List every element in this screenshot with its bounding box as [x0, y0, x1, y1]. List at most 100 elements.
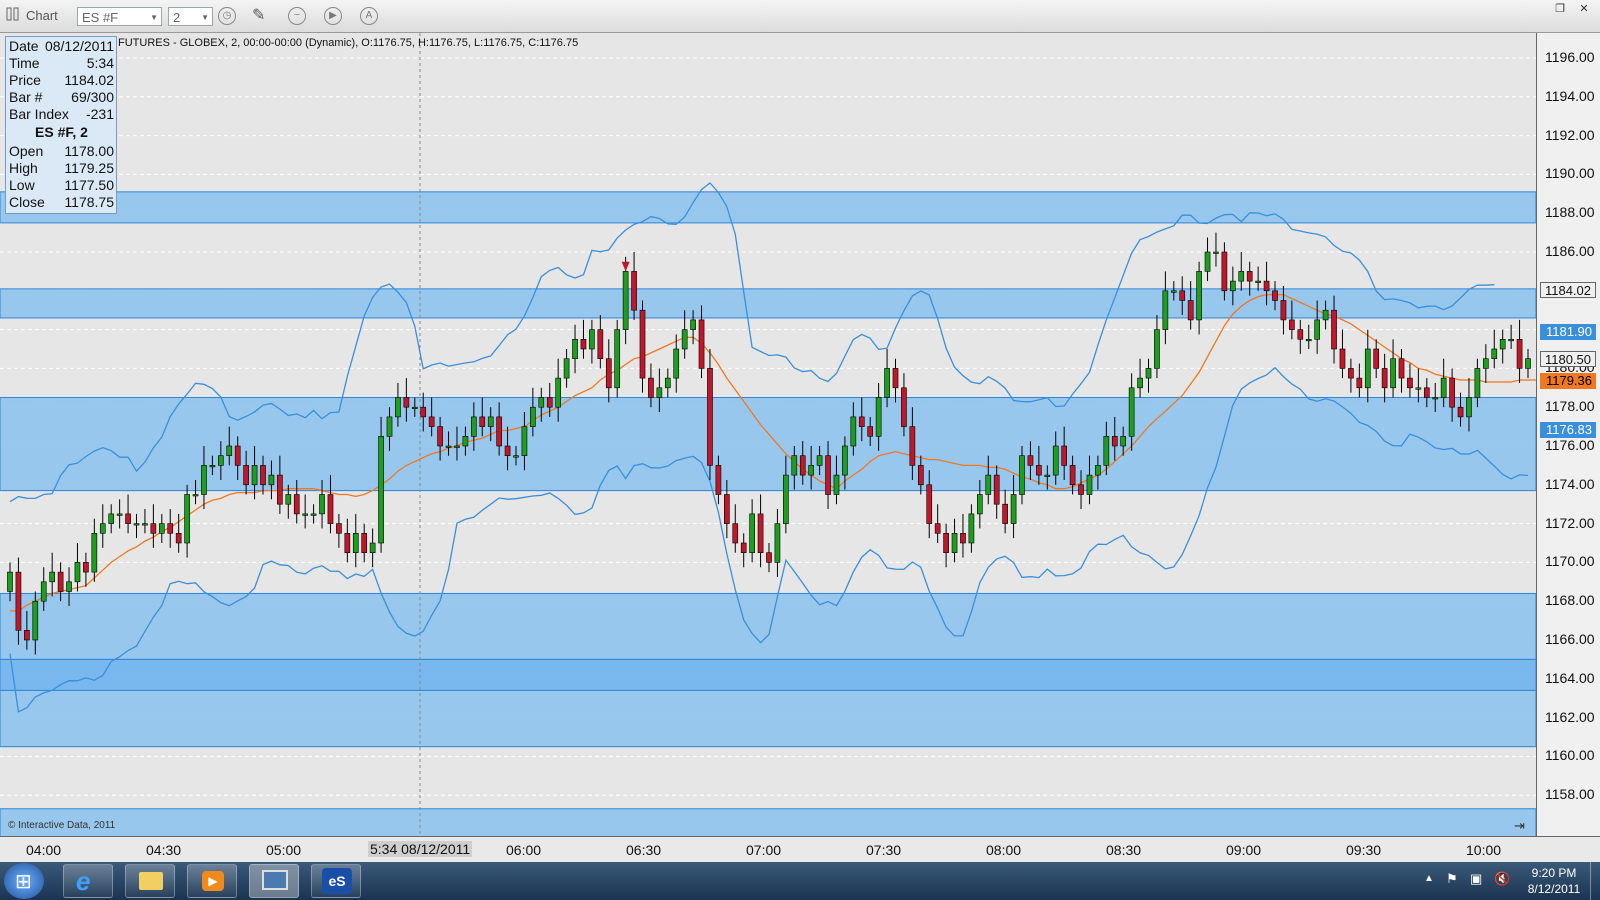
candle-up: [530, 406, 536, 427]
candle-up: [192, 494, 199, 497]
price-tick-label: 1190.00: [1545, 165, 1595, 182]
candle-down: [766, 552, 772, 563]
candle-up: [108, 513, 115, 524]
info-bar-index: Bar Index -231: [9, 106, 114, 123]
candle-up: [7, 571, 13, 592]
desktop-app-button[interactable]: [249, 864, 299, 898]
price-tick-label: 1158.00: [1545, 786, 1595, 803]
price-tick-label: 1166.00: [1545, 631, 1595, 647]
time-axis[interactable]: 04:00 04:30 05:00 06:00 06:30 07:00 07:30 08:00…: [0, 836, 1600, 863]
windows-taskbar: ⊞ e ▶ eS ▲ ⚑ ▣ 🔇 9:20 PM 8/12/2011: [0, 862, 1600, 900]
chart-toolbar: Chart ES #F ▼ 2 ▼ ◷ ✎ ~ ▶ A ❐ ✕: [0, 0, 1600, 33]
chart-header-text: FUTURES - GLOBEX, 2, 00:00-00:00 (Dynami…: [118, 37, 579, 49]
candle-down: [1339, 348, 1346, 369]
price-zone: [0, 191, 1537, 224]
candle-down: [1069, 465, 1076, 486]
show-desktop-button[interactable]: [1590, 862, 1600, 900]
candle-up: [1305, 338, 1312, 342]
candle-down: [825, 455, 831, 495]
network-icon[interactable]: ▣: [1470, 871, 1482, 887]
chart-window-icon: [6, 6, 20, 26]
clock-time[interactable]: 9:20 PM: [1524, 866, 1584, 880]
candle-up: [99, 523, 106, 534]
candle-up: [378, 435, 384, 544]
restore-icon[interactable]: ❐: [1550, 2, 1570, 16]
candle-up: [977, 494, 983, 515]
interval-selector[interactable]: 2 ▼: [168, 7, 213, 26]
price-zone: [0, 592, 1537, 660]
candle-down: [1457, 406, 1464, 418]
info-bar: Bar # 69/300: [9, 89, 114, 106]
candle-up: [445, 445, 452, 448]
tray-expand-icon[interactable]: ▲: [1424, 873, 1434, 884]
symbol-selector[interactable]: ES #F ▼: [77, 7, 162, 26]
media-player-button[interactable]: ▶: [187, 864, 237, 898]
candle-down: [901, 387, 907, 427]
scroll-to-end-icon[interactable]: ⇥: [1514, 818, 1525, 834]
candle-down: [934, 523, 941, 534]
ie-icon: e: [76, 866, 91, 896]
time-tick-label: 06:00: [506, 842, 542, 858]
candle-down: [757, 513, 764, 553]
candle-up: [411, 406, 418, 410]
play-icon[interactable]: ▶: [324, 7, 342, 25]
candle-up: [218, 455, 224, 466]
price-chart: [0, 33, 1545, 839]
info-bar-index-value: -231: [85, 106, 114, 122]
candle-down: [715, 465, 722, 495]
sell-signal-marker: [621, 261, 630, 272]
info-date-value: 08/12/2011: [44, 38, 114, 54]
candle-down: [344, 532, 351, 553]
file-explorer-button[interactable]: [125, 864, 175, 898]
candle-up: [1095, 465, 1101, 476]
candle-up: [1145, 368, 1152, 379]
candle-up: [1086, 474, 1093, 495]
time-tick-label: 08:00: [986, 842, 1022, 858]
candle-up: [681, 329, 688, 350]
candle-down: [1289, 319, 1295, 330]
candle-up: [1432, 397, 1439, 400]
pencil-icon[interactable]: ✎: [252, 6, 265, 26]
price-tag: 1176.83: [1540, 421, 1596, 438]
candle-down: [479, 416, 486, 427]
start-button[interactable]: ⊞: [4, 863, 44, 899]
alert-icon[interactable]: A: [360, 7, 378, 25]
candle-up: [133, 523, 140, 526]
candle-down: [909, 426, 916, 466]
close-icon[interactable]: ✕: [1574, 2, 1594, 16]
candle-down: [1449, 377, 1455, 408]
price-tag: 1180.50: [1540, 350, 1596, 367]
clock-icon[interactable]: ◷: [218, 7, 236, 25]
candle-up: [1525, 358, 1531, 369]
window-title: Chart: [26, 8, 58, 23]
volume-muted-icon[interactable]: 🔇: [1494, 871, 1510, 887]
info-bar-label: Bar #: [9, 89, 43, 105]
candle-down: [1348, 368, 1354, 379]
candle-up: [1162, 290, 1169, 330]
esignal-button[interactable]: eS: [311, 864, 361, 898]
candle-up: [513, 455, 519, 458]
chevron-down-icon: ▼: [201, 13, 209, 22]
candle-up: [1440, 377, 1447, 398]
internet-explorer-button[interactable]: e: [63, 864, 113, 898]
candle-down: [277, 474, 283, 505]
candle-down: [1373, 348, 1380, 369]
clock-date[interactable]: 8/12/2011: [1524, 882, 1584, 896]
candle-up: [1474, 368, 1481, 398]
price-tick-label: 1188.00: [1545, 204, 1595, 221]
study-icon[interactable]: ~: [288, 7, 306, 25]
time-tick-label: 06:30: [626, 842, 662, 858]
candle-down: [293, 494, 300, 515]
candle-up: [572, 338, 578, 359]
candle-up: [1213, 251, 1219, 254]
chart-area[interactable]: [0, 33, 1545, 839]
time-tick-label: 05:00: [266, 842, 302, 858]
candle-up: [1483, 358, 1489, 369]
info-time-label: Time: [9, 55, 40, 71]
time-tick-label: 09:00: [1226, 842, 1262, 858]
info-high: High 1179.25: [9, 160, 114, 177]
flag-icon[interactable]: ⚑: [1446, 871, 1458, 887]
price-tick-label: 1178.00: [1545, 398, 1595, 415]
candle-down: [1263, 280, 1270, 292]
time-tick-label: 09:30: [1346, 842, 1382, 858]
